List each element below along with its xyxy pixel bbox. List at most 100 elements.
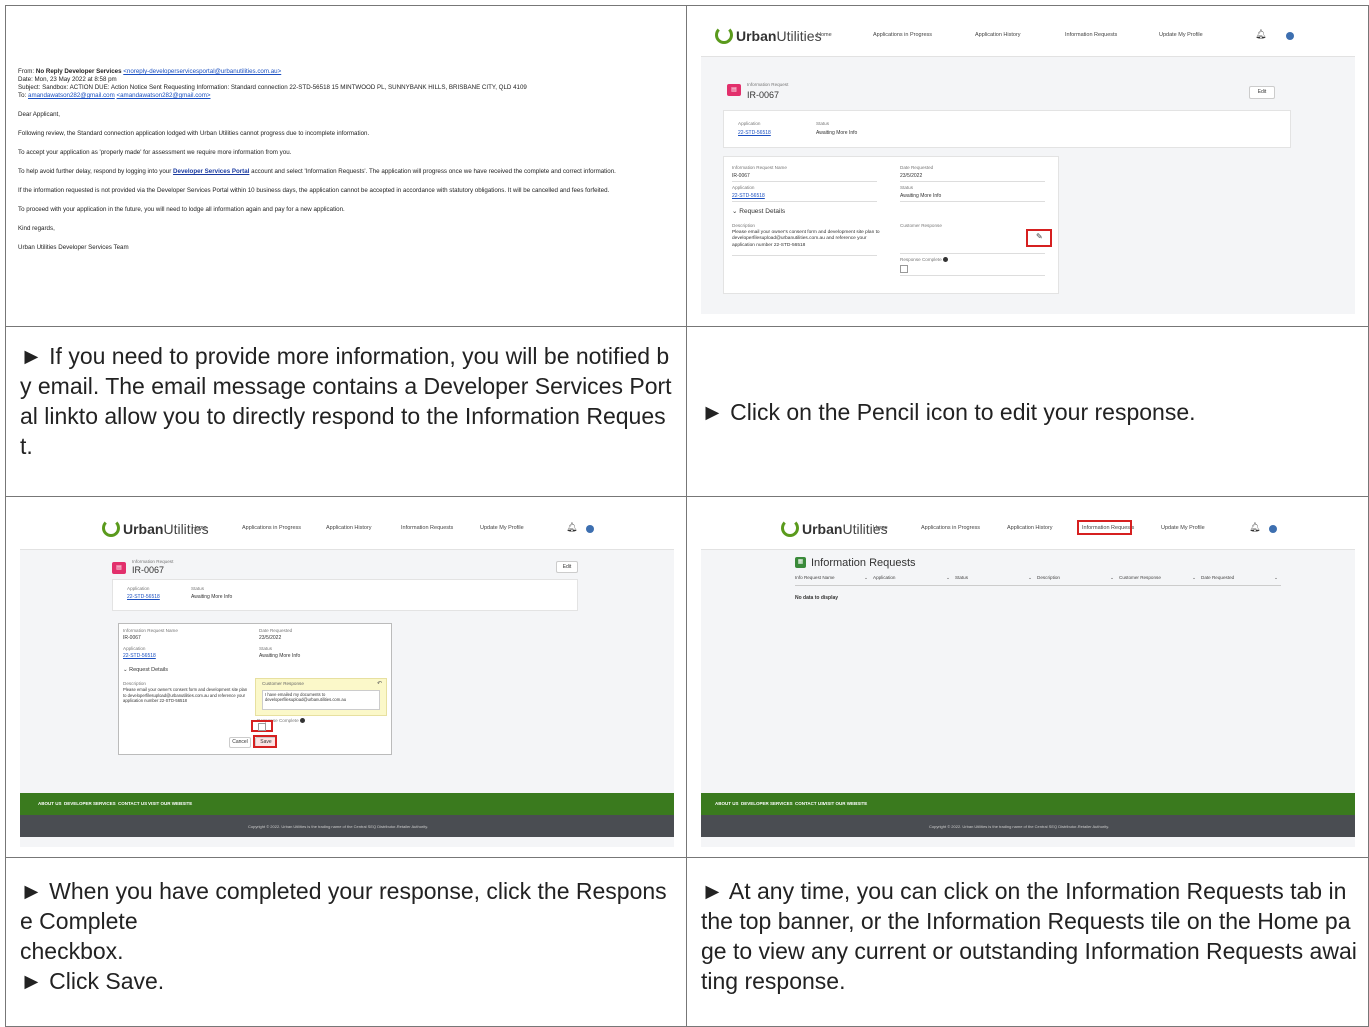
nav-home[interactable]: Home: [192, 525, 207, 531]
footer-copyright-bar: Copyright © 2022. Urban Utilities is the…: [701, 815, 1355, 837]
footer-developer-services[interactable]: DEVELOPER SERVICES: [64, 801, 116, 806]
copyright-text: Copyright © 2022. Urban Utilities is the…: [929, 824, 1110, 829]
edit-button[interactable]: Edit: [1249, 86, 1275, 99]
customer-response-editor: Customer Response ↶ I have emailed my do…: [255, 678, 387, 716]
information-requests-icon: ▦: [795, 557, 806, 568]
footer-about-us[interactable]: ABOUT US: [38, 801, 62, 806]
email-text: To help avoid further delay, respond by …: [18, 168, 172, 175]
caption-email-notification: ► If you need to provide more informatio…: [20, 343, 672, 459]
application-link[interactable]: 22-STD-56518: [738, 130, 771, 136]
nav-application-history[interactable]: Application History: [975, 32, 1021, 38]
to-address-link-2[interactable]: <amandawatson282@gmail.com>: [117, 92, 211, 99]
customer-response-label: Customer Response: [900, 223, 942, 228]
portal-ir-edit-cell: UrbanUtilities Home Applications in Prog…: [5, 496, 687, 858]
nav-applications-in-progress[interactable]: Applications in Progress: [873, 32, 932, 38]
request-details-section[interactable]: ⌄ Request Details: [123, 667, 168, 673]
portal-screenshot: UrbanUtilities Home Applications in Prog…: [20, 509, 674, 847]
status-value: Awaiting More Info: [259, 653, 301, 659]
to-address-link[interactable]: amandawatson282@gmail.com: [28, 92, 115, 99]
developer-services-portal-link[interactable]: Developer Services Portal: [173, 168, 249, 175]
ir-name-value: IR-0067: [732, 173, 750, 179]
ir-name-value: IR-0067: [123, 635, 141, 641]
response-complete-checkbox[interactable]: [258, 723, 266, 731]
ir-list-title: Information Requests: [811, 557, 916, 569]
application-link[interactable]: 22-STD-56518: [127, 594, 160, 600]
application-link[interactable]: 22-STD-56518: [732, 193, 765, 199]
nav-update-my-profile[interactable]: Update My Profile: [1161, 525, 1205, 531]
customer-response-textarea[interactable]: I have emailed my documents to developer…: [262, 690, 380, 710]
user-avatar-icon[interactable]: [1269, 525, 1277, 533]
email-message: From: No Reply Developer Services <norep…: [18, 68, 686, 263]
to-label: To:: [18, 92, 27, 99]
summary-card: Application 22-STD-56518 Status Awaiting…: [723, 110, 1291, 148]
email-text: account and select 'Information Requests…: [251, 168, 616, 175]
ir-label: Information Request: [132, 559, 174, 564]
email-screenshot-cell: From: No Reply Developer Services <norep…: [5, 5, 687, 327]
nav-application-history[interactable]: Application History: [1007, 525, 1053, 531]
status-label: Status: [900, 185, 914, 190]
description-label: Description: [123, 681, 146, 686]
filter-application[interactable]: Application ⌄: [873, 575, 953, 580]
user-avatar-icon[interactable]: [586, 525, 594, 533]
information-request-icon: ▤: [727, 84, 741, 96]
chevron-down-icon: ⌄: [732, 208, 738, 215]
cancel-button[interactable]: Cancel: [229, 737, 251, 748]
from-label: From:: [18, 68, 35, 75]
request-details-section[interactable]: ⌄ Request Details: [732, 207, 785, 215]
information-request-icon: ▤: [112, 562, 126, 574]
response-complete-checkbox[interactable]: [900, 265, 908, 273]
from-address-link[interactable]: <noreply-developerservicesportal@urbanut…: [123, 68, 281, 75]
user-avatar-icon[interactable]: [1286, 32, 1294, 40]
logo-icon: [781, 519, 799, 537]
bell-icon[interactable]: 🔔︎: [1255, 29, 1266, 40]
application-label: Application: [123, 646, 146, 651]
urban-utilities-logo: UrbanUtilities: [781, 519, 888, 537]
filter-date-requested[interactable]: Date Requested ⌄: [1201, 575, 1281, 580]
nav-update-my-profile[interactable]: Update My Profile: [1159, 32, 1203, 38]
footer-links-bar: ABOUT US DEVELOPER SERVICES CONTACT US V…: [701, 793, 1355, 815]
undo-icon[interactable]: ↶: [377, 680, 382, 687]
top-banner: UrbanUtilities Home Applications in Prog…: [701, 509, 1355, 550]
email-subject: Subject: Sandbox: ACTION DUE: Action Not…: [18, 84, 527, 91]
ir-name-label: Information Request Name: [123, 628, 178, 633]
caption-pencil: ► Click on the Pencil icon to edit your …: [701, 399, 1196, 425]
customer-response-label: Customer Response: [262, 681, 304, 686]
nav-home[interactable]: Home: [817, 32, 832, 38]
nav-applications-in-progress[interactable]: Applications in Progress: [242, 525, 301, 531]
application-label: Application: [738, 121, 761, 126]
footer-visit-website[interactable]: VISIT OUR WEBSITE: [148, 801, 192, 806]
pencil-icon[interactable]: ✎: [1036, 232, 1043, 241]
nav-home[interactable]: Home: [873, 525, 888, 531]
filter-info-request-name[interactable]: Info Request Name ⌄: [795, 575, 871, 580]
date-requested-label: Date Requested: [900, 165, 934, 170]
application-link[interactable]: 22-STD-56518: [123, 653, 156, 659]
chevron-down-icon: ⌄: [1028, 575, 1032, 580]
date-requested-value: 23/5/2022: [900, 173, 923, 179]
nav-application-history[interactable]: Application History: [326, 525, 372, 531]
edit-button[interactable]: Edit: [556, 561, 578, 573]
portal-ir-detail-cell: UrbanUtilities Home Applications in Prog…: [686, 5, 1369, 327]
filter-description[interactable]: Description ⌄: [1037, 575, 1117, 580]
status-value: Awaiting More Info: [816, 130, 858, 136]
footer-developer-services[interactable]: DEVELOPER SERVICES: [741, 801, 793, 806]
nav-applications-in-progress[interactable]: Applications in Progress: [921, 525, 980, 531]
filter-status[interactable]: Status ⌄: [955, 575, 1035, 580]
status-value: Awaiting More Info: [900, 193, 942, 199]
footer-about-us[interactable]: ABOUT US: [715, 801, 739, 806]
top-banner: UrbanUtilities Home Applications in Prog…: [701, 16, 1355, 57]
email-paragraph: Following review, the Standard connectio…: [18, 130, 370, 137]
nav-update-my-profile[interactable]: Update My Profile: [480, 525, 524, 531]
footer-contact-us[interactable]: CONTACT US: [795, 801, 824, 806]
footer-visit-website[interactable]: VISIT OUR WEBSITE: [823, 801, 867, 806]
summary-card: Application 22-STD-56518 Status Awaiting…: [112, 579, 578, 611]
status-value: Awaiting More Info: [191, 594, 233, 600]
filter-customer-response[interactable]: Customer Response ⌄: [1119, 575, 1199, 580]
footer-contact-us[interactable]: CONTACT US: [118, 801, 147, 806]
nav-information-requests[interactable]: Information Requests: [1065, 32, 1117, 38]
instruction-grid: From: No Reply Developer Services <norep…: [5, 5, 1369, 1027]
nav-information-requests[interactable]: Information Requests: [401, 525, 453, 531]
bell-icon[interactable]: 🔔︎: [566, 522, 577, 533]
bell-icon[interactable]: 🔔︎: [1249, 522, 1260, 533]
no-data-message: No data to display: [795, 595, 839, 601]
chevron-down-icon: ⌄: [1192, 575, 1196, 580]
